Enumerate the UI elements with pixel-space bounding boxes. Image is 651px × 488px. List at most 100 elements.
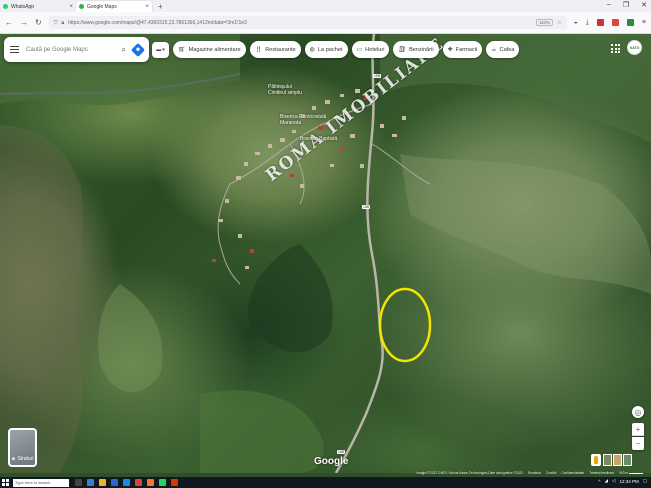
category-chips: 🛒︎ Magazine alimentare 🍴︎ Restaurante ◍ La … <box>173 41 520 58</box>
chip-label: Cafea <box>499 46 515 53</box>
terms-link[interactable]: Condiții <box>546 471 557 475</box>
layers-icon: ◈ <box>11 456 16 462</box>
hamburger-menu-icon[interactable] <box>10 46 19 53</box>
chip-hotels[interactable]: ▭ Hoteluri <box>351 41 390 58</box>
bed-icon: ▬ <box>156 47 162 53</box>
close-window-icon[interactable]: ✕ <box>641 1 647 9</box>
place-subname: Maranata <box>280 120 302 126</box>
meadow-patch <box>200 390 324 473</box>
chip-label: Farmacii <box>455 46 478 53</box>
hotel-filter-button[interactable]: ▬ ▾ <box>152 42 169 58</box>
tab-google-maps[interactable]: Google Maps × <box>76 1 152 12</box>
satellite-map[interactable]: ROMA IMOBILIARE Păltinișului Cimitirul s… <box>0 34 651 473</box>
fork-knife-icon: 🍴︎ <box>254 47 263 53</box>
map-attribution: Imagini ©2022 CNES / Airbus,Maxar Techno… <box>416 471 643 475</box>
toolbar-icons: ◒ ⤓ ≡ <box>574 18 646 27</box>
extension-icon[interactable] <box>626 18 634 26</box>
zoom-out-button[interactable]: − <box>632 437 644 450</box>
download-icon[interactable]: ⤓ <box>586 19 589 27</box>
chip-gas-stations[interactable]: ⛽︎ Benzinării <box>393 41 439 58</box>
chip-coffee[interactable]: ☕︎ Cafea <box>486 41 520 58</box>
country-link[interactable]: România <box>528 471 541 475</box>
search-icon[interactable]: ⌕ <box>122 45 126 55</box>
thumbnail[interactable] <box>603 454 612 466</box>
highlight-circle <box>378 287 432 363</box>
back-icon[interactable]: ← <box>5 18 13 27</box>
windows-start-icon[interactable] <box>2 479 9 486</box>
taskbar-apps <box>75 479 178 486</box>
feedback-link[interactable]: Trimiteți feedback <box>589 471 614 475</box>
reload-icon[interactable]: ↻ <box>35 18 42 27</box>
chip-label: Magazine alimentare <box>188 46 241 53</box>
close-icon[interactable]: × <box>69 4 73 10</box>
google-apps-icon[interactable] <box>611 44 620 53</box>
chip-pharmacies[interactable]: ✚ Farmacii <box>442 41 483 58</box>
fuel-icon: ⛽︎ <box>398 47 407 53</box>
chip-restaurants[interactable]: 🍴︎ Restaurante <box>249 41 301 58</box>
lock-icon: 🔒︎ <box>61 19 65 26</box>
google-maps-icon <box>79 4 84 9</box>
privacy-link[interactable]: Confidențialitate <box>561 471 584 475</box>
map-label[interactable]: Biserica Penticostală Maranata <box>280 114 326 126</box>
close-icon[interactable]: × <box>145 4 149 10</box>
meadow-patch <box>400 154 651 294</box>
maximize-icon[interactable]: ❐ <box>623 1 629 9</box>
mail-icon[interactable] <box>123 479 130 486</box>
star-icon[interactable]: ☆ <box>557 20 561 26</box>
browser-nav-bar: ← → ↻ ⛉ 🔒︎ https://www.google.com/maps/@… <box>0 12 651 34</box>
chevron-down-icon: ▾ <box>162 47 165 53</box>
minus-icon: − <box>635 439 641 448</box>
chrome-icon[interactable] <box>135 479 142 486</box>
maps-search-box[interactable]: Caută pe Google Maps ⌕ <box>4 37 149 62</box>
pocket-icon[interactable]: ◒ <box>574 19 578 27</box>
tab-whatsapp[interactable]: WhatsApp × <box>0 1 76 12</box>
cart-icon: 🛒︎ <box>178 47 186 53</box>
network-icon[interactable]: ◢ <box>605 478 608 484</box>
chip-label: Benzinării <box>409 46 434 53</box>
thumbnail[interactable] <box>613 454 622 466</box>
side-road <box>217 183 241 285</box>
clock[interactable]: 12:34 PM <box>619 479 638 484</box>
bed-icon: ▭ <box>356 47 363 53</box>
map-label[interactable]: Biserica Baptistă <box>300 136 337 142</box>
shield-icon: ⛉ <box>53 19 58 26</box>
store-icon[interactable] <box>111 479 118 486</box>
volume-icon[interactable]: ◁ <box>612 478 615 484</box>
url-text[interactable]: https://www.google.com/maps/@47.4360315,… <box>68 20 532 26</box>
zoom-level[interactable]: 110% <box>535 19 554 26</box>
chip-groceries[interactable]: 🛒︎ Magazine alimentare <box>173 41 246 58</box>
imagery-credit: Imagini ©2022 CNES / Airbus,Maxar Techno… <box>416 471 523 475</box>
chevron-up-icon[interactable]: ^ <box>598 479 600 484</box>
thumbnail[interactable] <box>623 454 632 466</box>
scale-bar[interactable]: 500 m <box>619 471 643 475</box>
minimize-icon[interactable]: – <box>607 1 611 9</box>
new-tab-button[interactable]: + <box>152 1 169 12</box>
zoom-in-button[interactable]: + <box>632 423 644 436</box>
avatar[interactable]: KATO <box>627 40 642 55</box>
notification-icon[interactable]: ▢ <box>643 478 647 484</box>
edge-icon[interactable] <box>87 479 94 486</box>
forest-patch <box>248 244 333 353</box>
firefox-icon[interactable] <box>147 479 154 486</box>
windows-taskbar: Type here to search ^ ◢ ◁ 12:34 PM ▢ <box>0 477 651 488</box>
search-input[interactable]: Caută pe Google Maps <box>26 47 115 53</box>
extension-icon[interactable] <box>596 18 604 26</box>
forward-icon[interactable]: → <box>20 18 28 27</box>
target-icon: ◎ <box>634 407 642 417</box>
directions-icon[interactable] <box>130 42 146 57</box>
layers-button[interactable]: ◈ Straturi <box>8 428 37 467</box>
map-label[interactable]: Păltinișului Cimitirul simplu <box>268 84 302 96</box>
office-icon[interactable] <box>171 479 178 486</box>
imagery-thumbnails[interactable] <box>603 454 632 466</box>
street-view-pegman[interactable] <box>591 454 601 466</box>
my-location-button[interactable]: ◎ <box>632 406 644 418</box>
chip-takeout[interactable]: ◍ La pachet <box>304 41 348 58</box>
file-explorer-icon[interactable] <box>99 479 106 486</box>
whatsapp-icon[interactable] <box>159 479 166 486</box>
system-tray: ^ ◢ ◁ 12:34 PM ▢ <box>598 478 647 484</box>
address-bar[interactable]: ⛉ 🔒︎ https://www.google.com/maps/@47.436… <box>48 16 567 29</box>
menu-icon[interactable]: ≡ <box>642 19 646 27</box>
taskbar-search-input[interactable]: Type here to search <box>13 478 69 487</box>
extension-icon[interactable] <box>611 18 619 26</box>
task-view-icon[interactable] <box>75 479 82 486</box>
